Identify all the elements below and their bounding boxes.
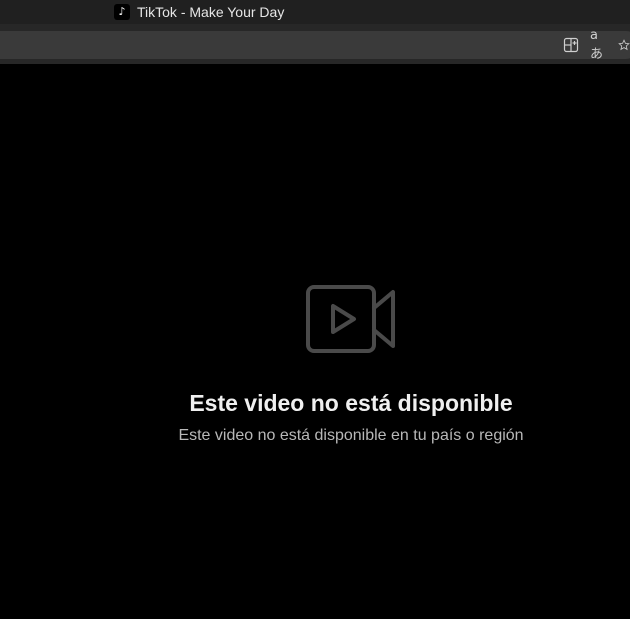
split-screen-icon[interactable] (562, 36, 580, 54)
browser-toolbar: aあ (0, 24, 630, 64)
tiktok-favicon-icon: ♪ (114, 4, 130, 20)
video-unavailable-message: Este video no está disponible Este video… (0, 284, 630, 445)
favorite-star-icon[interactable] (618, 36, 630, 54)
address-bar[interactable] (0, 31, 630, 59)
video-unavailable-icon (306, 285, 395, 353)
translate-icon[interactable]: aあ (590, 28, 608, 62)
browser-tab[interactable]: ♪ TikTok - Make Your Day (114, 0, 284, 24)
error-title: Este video no está disponible (189, 390, 513, 416)
page-content: Este video no está disponible Este video… (0, 64, 630, 619)
browser-titlebar: ♪ TikTok - Make Your Day (0, 0, 630, 24)
tab-title: TikTok - Make Your Day (137, 4, 285, 20)
toolbar-icon-group: aあ (562, 28, 630, 62)
error-subtitle: Este video no está disponible en tu país… (178, 427, 524, 444)
